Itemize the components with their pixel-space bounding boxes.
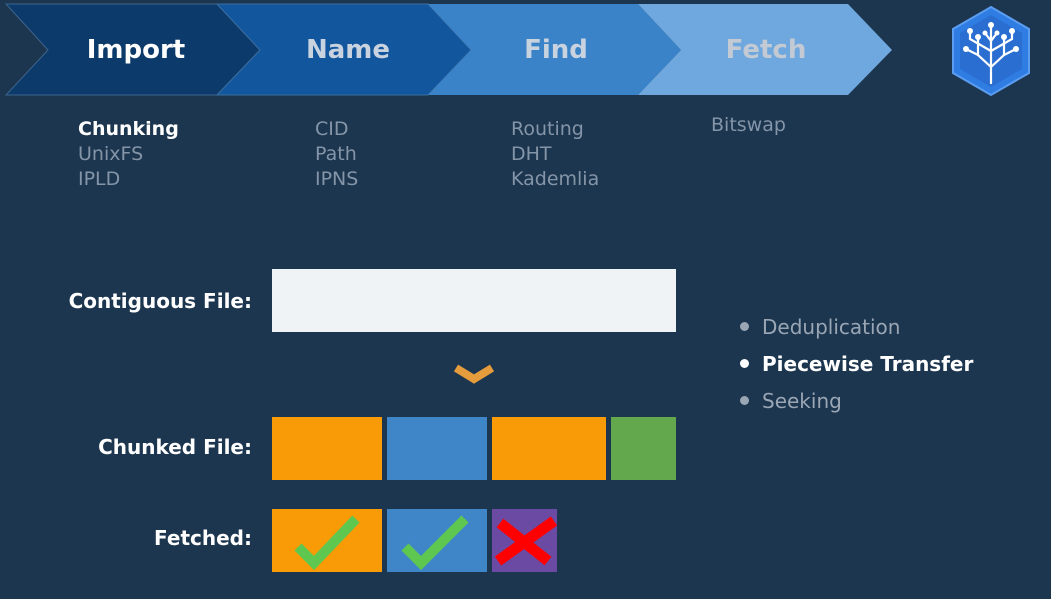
- chunk-block-4: [611, 417, 676, 480]
- ipfs-logo-icon: [952, 5, 1030, 97]
- chunk-block-3: [492, 417, 606, 480]
- find-sub-items: Routing DHT Kademlia: [511, 117, 599, 192]
- bullet-dot-icon: [740, 396, 749, 405]
- sub-item-routing: Routing: [511, 118, 584, 140]
- name-sub-items: CID Path IPNS: [315, 117, 358, 192]
- sub-item-dht: DHT: [511, 143, 552, 165]
- checkmark-icon: [294, 515, 360, 571]
- fetched-block-2: [387, 509, 487, 572]
- chunk-block-2: [387, 417, 487, 480]
- sub-item-chunking: Chunking: [78, 118, 179, 140]
- fetched-block-3: [492, 509, 558, 572]
- sub-item-kademlia: Kademlia: [511, 168, 600, 190]
- benefit-seeking: Seeking: [740, 382, 973, 419]
- sub-item-path: Path: [315, 143, 357, 165]
- sub-item-ipns: IPNS: [315, 168, 359, 190]
- benefits-list: Deduplication Piecewise Transfer Seeking: [740, 308, 973, 419]
- stage-find-label: Find: [524, 35, 588, 65]
- benefit-label: Deduplication: [762, 314, 901, 339]
- fetched-label: Fetched:: [154, 526, 252, 550]
- stage-import-label: Import: [86, 35, 186, 65]
- stage-fetch-label: Fetch: [725, 35, 807, 65]
- sub-item-unixfs: UnixFS: [78, 143, 144, 165]
- fetched-block-1: [272, 509, 382, 572]
- stage-name-label: Name: [305, 35, 391, 65]
- cross-icon: [494, 516, 558, 566]
- benefit-piecewise-transfer: Piecewise Transfer: [740, 345, 973, 382]
- sub-item-ipld: IPLD: [78, 168, 121, 190]
- sub-item-cid: CID: [315, 118, 349, 140]
- checkmark-icon: [401, 515, 469, 571]
- bullet-dot-icon: [740, 359, 749, 368]
- benefit-label: Piecewise Transfer: [762, 351, 974, 376]
- sub-item-bitswap: Bitswap: [711, 114, 786, 136]
- benefit-label: Seeking: [762, 388, 842, 413]
- chunk-block-1: [272, 417, 382, 480]
- benefit-deduplication: Deduplication: [740, 308, 973, 345]
- fetch-sub-items: Bitswap: [711, 113, 786, 138]
- contiguous-file-label: Contiguous File:: [68, 289, 252, 313]
- bullet-dot-icon: [740, 322, 749, 331]
- chevron-down-icon: [453, 364, 495, 384]
- contiguous-file-block: [272, 269, 676, 332]
- chunked-file-label: Chunked File:: [98, 435, 252, 459]
- import-sub-items: Chunking UnixFS IPLD: [78, 117, 179, 192]
